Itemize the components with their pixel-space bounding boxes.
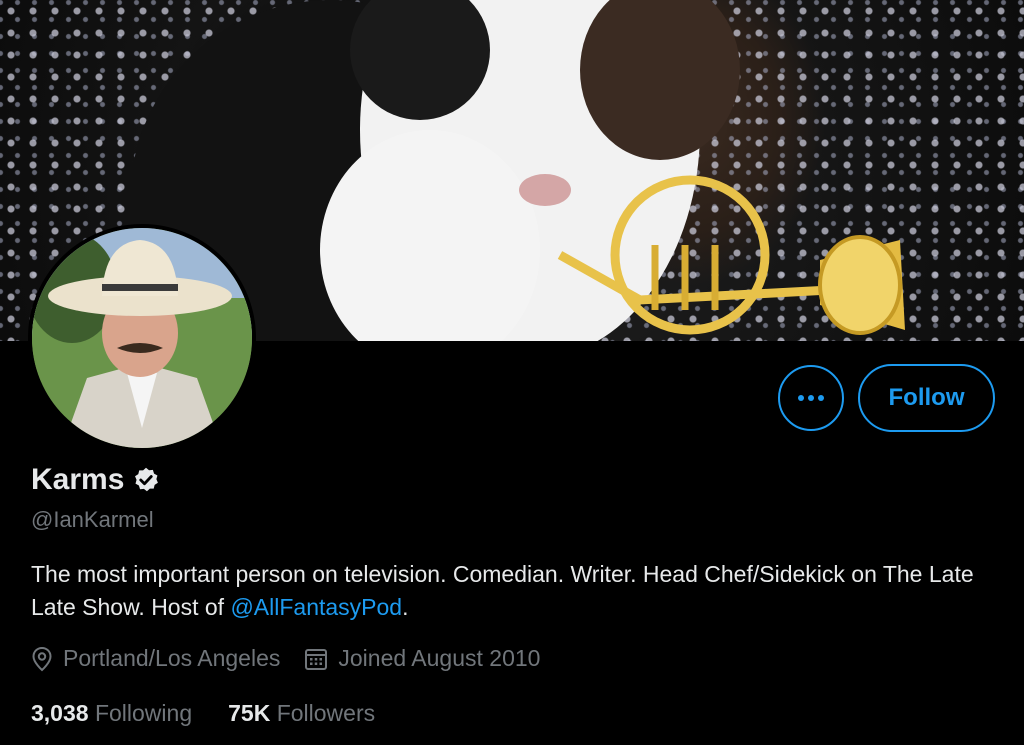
following-label: Following [94,700,193,726]
followers-label: Followers [276,700,376,726]
joined-text: Joined August 2010 [338,645,541,671]
more-horizontal-icon [798,395,824,401]
profile-handle: @IanKarmel [31,507,154,532]
profile-stats: 3,038 Following 75K Followers [31,700,411,727]
profile-name: Karms [31,463,125,496]
following-stat[interactable]: 3,038 Following [31,700,192,727]
joined-item: Joined August 2010 [304,645,540,672]
followers-stat[interactable]: 75K Followers [228,700,375,727]
avatar-illustration [32,228,252,448]
profile-avatar[interactable] [28,224,256,452]
location-item: Portland/Los Angeles [31,645,280,672]
following-count: 3,038 [31,700,89,726]
bio-end: . [402,594,409,620]
bio-mention-link[interactable]: @AllFantasyPod [230,594,402,620]
calendar-icon [305,648,328,670]
profile-name-row: Karms [31,463,160,497]
bio-text: The most important person on television.… [31,561,974,620]
verified-badge-icon [135,467,159,492]
location-text: Portland/Los Angeles [63,645,281,671]
follow-button[interactable]: Follow [858,364,995,432]
location-pin-icon [32,646,52,671]
more-options-button[interactable] [778,365,844,431]
followers-count: 75K [228,700,271,726]
profile-bio: The most important person on television.… [31,558,991,624]
profile-meta: Portland/Los Angeles Joined August 2010 [31,645,564,672]
